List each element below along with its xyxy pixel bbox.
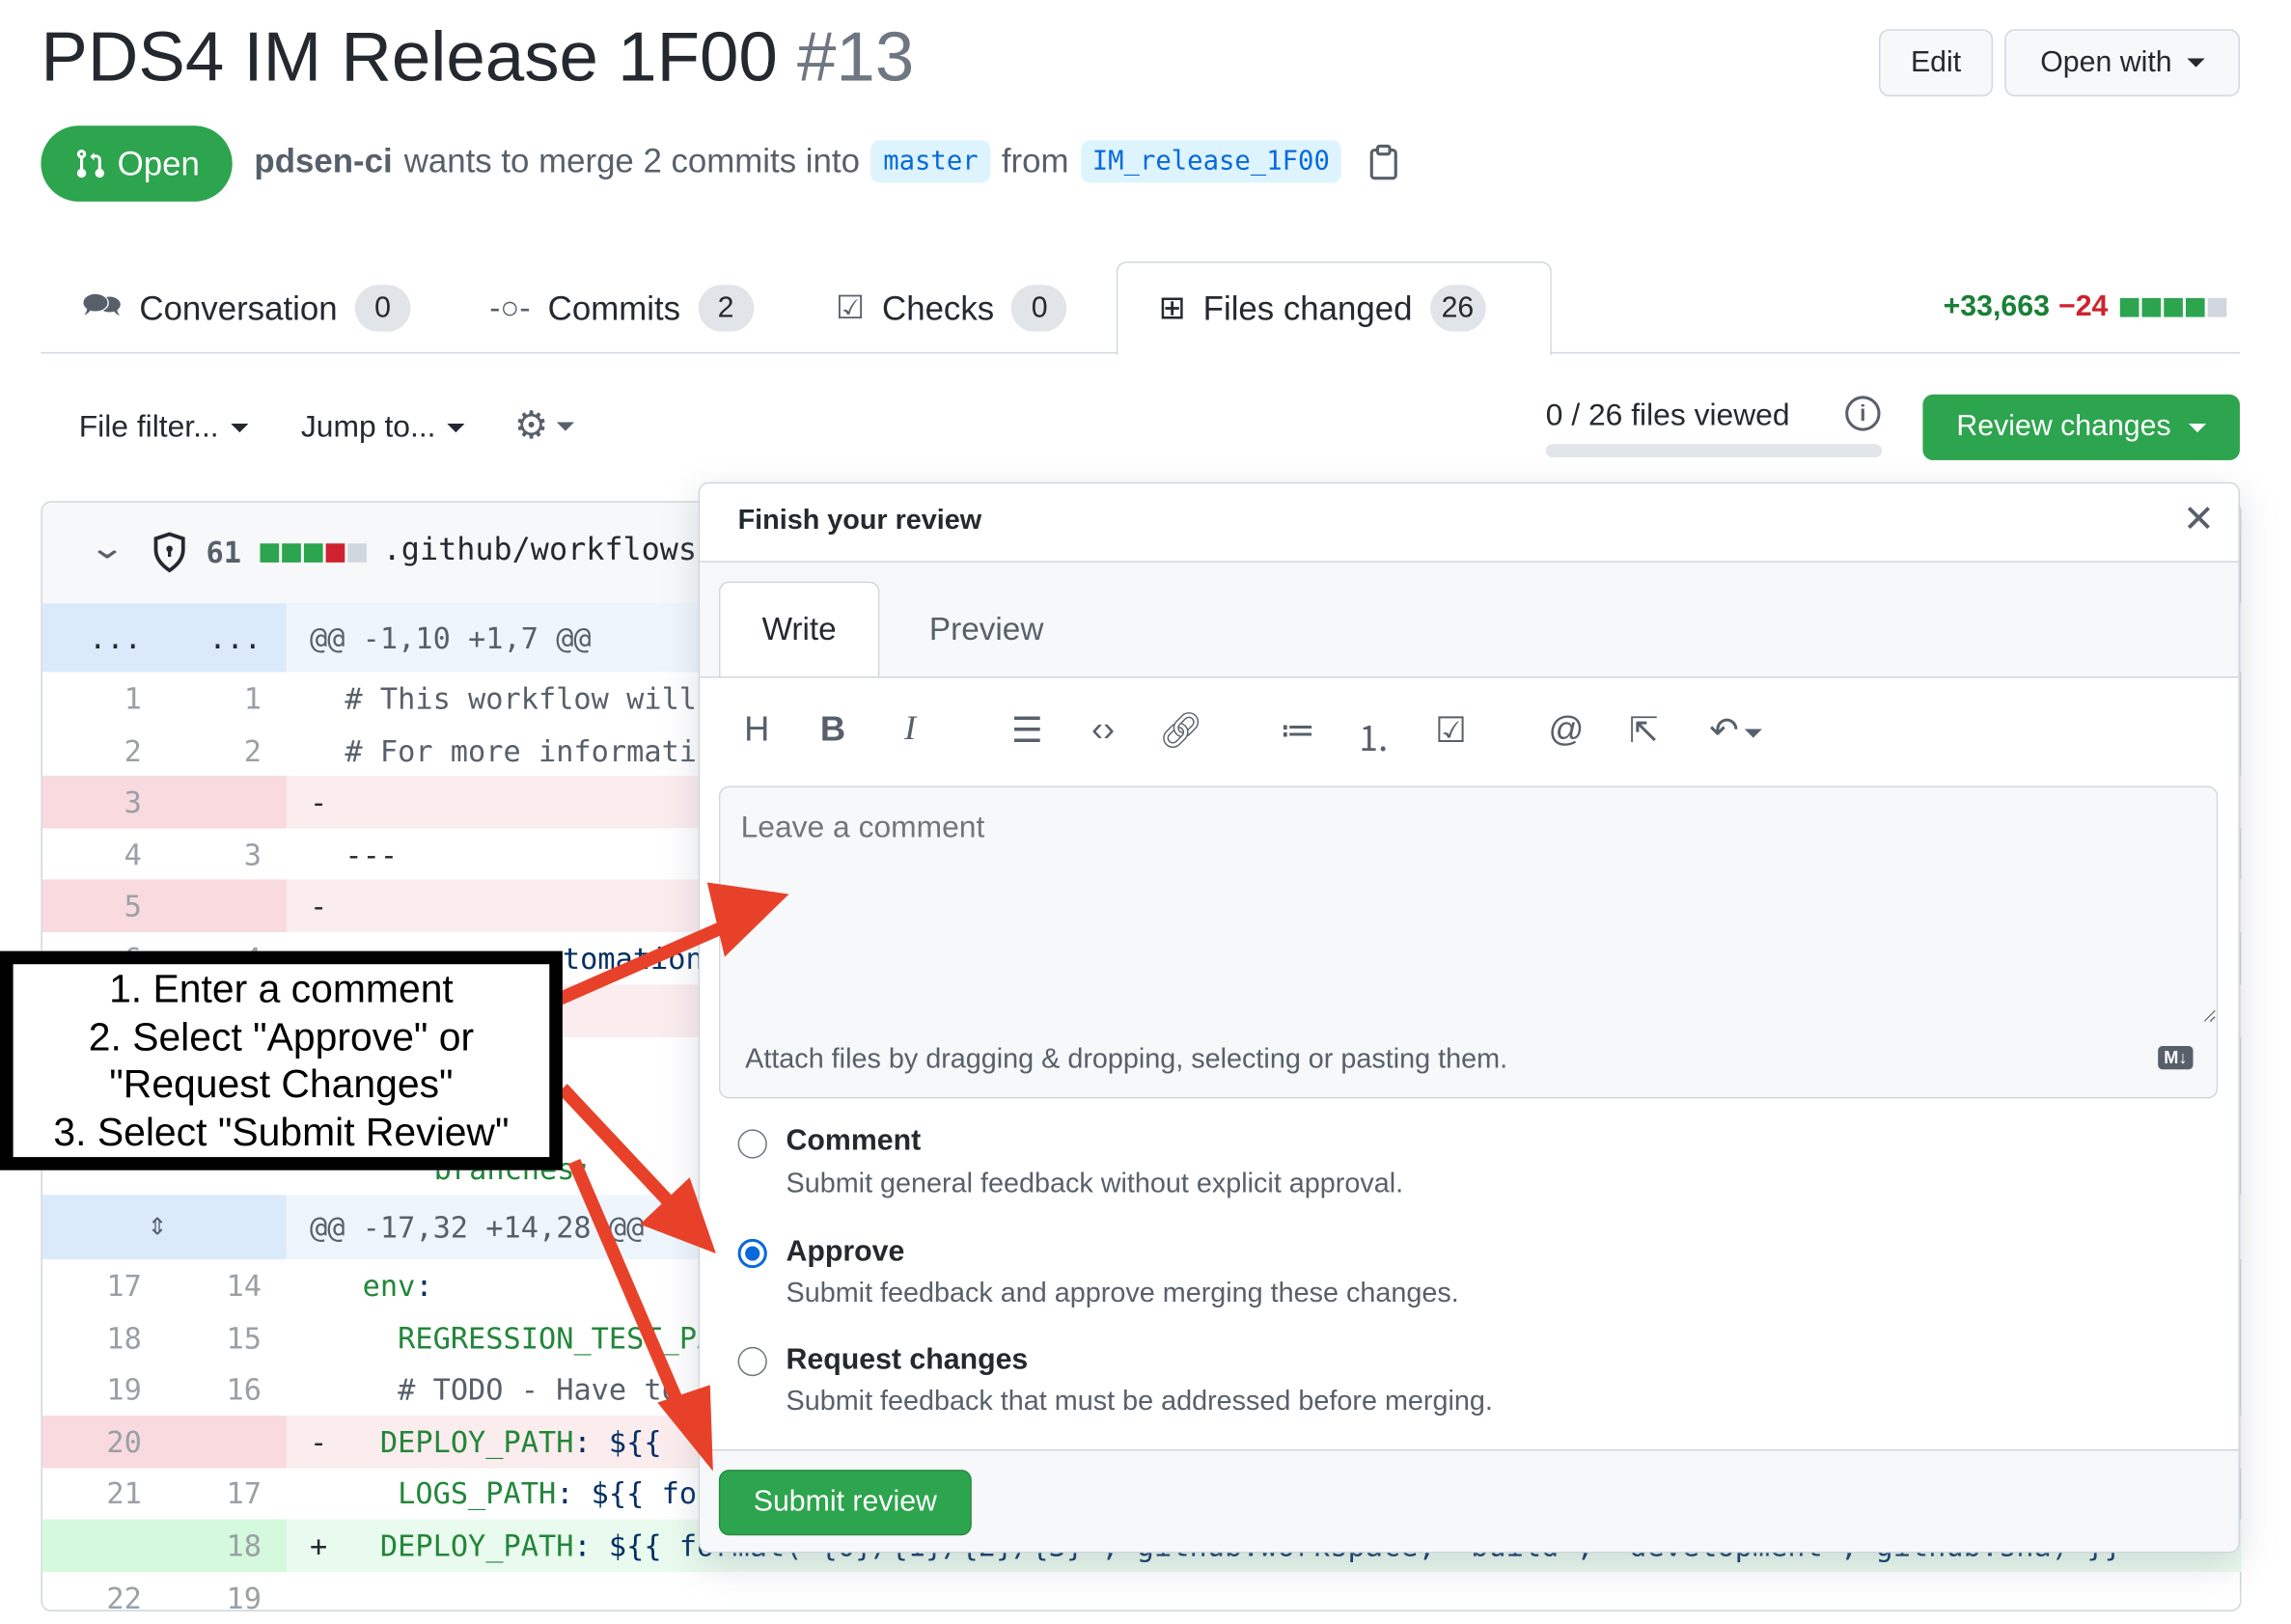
callout-line: "Request Changes" <box>109 1061 454 1107</box>
arrow-to-approve <box>557 1084 716 1254</box>
callout-line: 3. Select "Submit Review" <box>53 1109 510 1154</box>
annotation-arrows <box>552 882 789 1472</box>
callout-line: 1. Enter a comment <box>109 967 454 1011</box>
arrow-to-comment <box>552 882 789 1007</box>
instruction-callout: 1. Enter a comment 2. Select "Approve" o… <box>0 950 563 1170</box>
callout-line: 2. Select "Approve" or <box>88 1014 475 1059</box>
